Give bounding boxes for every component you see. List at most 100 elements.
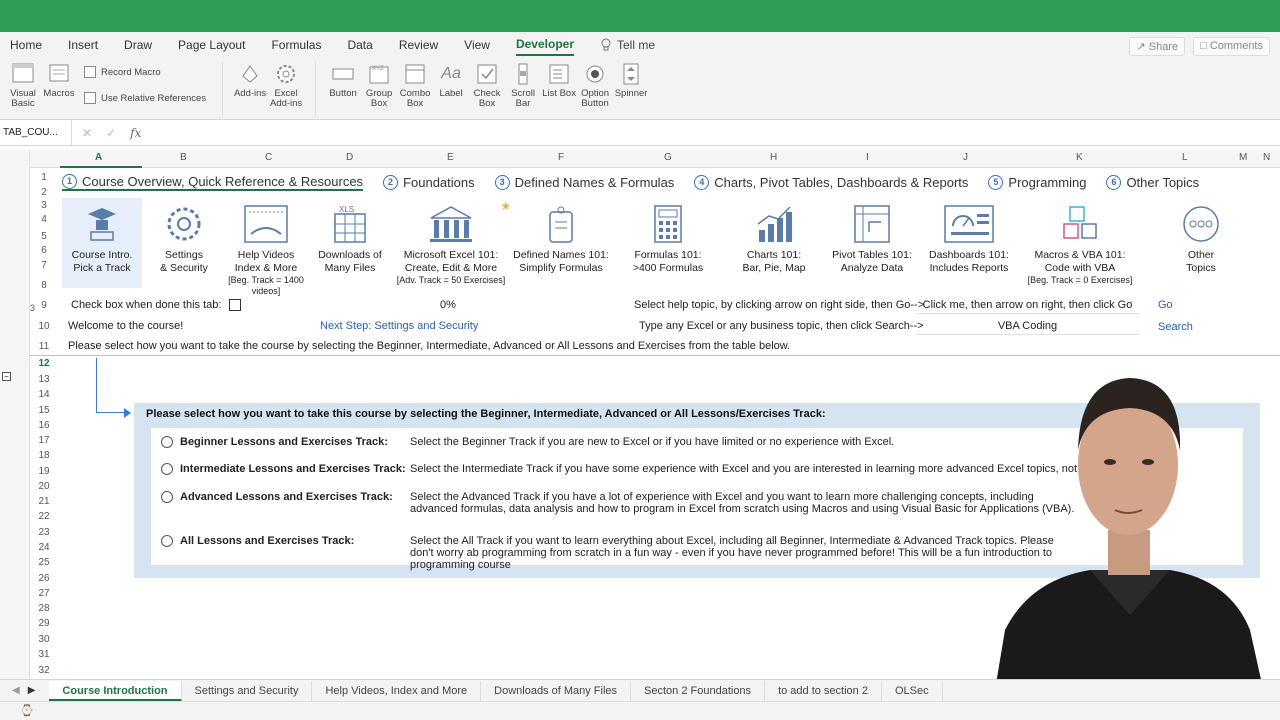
tab-review[interactable]: Review [399,35,438,55]
tile-downloads[interactable]: XLS Downloads of Many Files [307,198,393,288]
control-button[interactable]: Button [326,62,360,99]
name-box[interactable]: TAB_COU... [0,120,72,145]
column-header-f[interactable]: F [558,152,564,163]
column-header-m[interactable]: M [1239,152,1247,163]
column-header-j[interactable]: J [963,152,968,163]
nav-section-6[interactable]: 6 Other Topics [1106,174,1199,190]
tab-developer[interactable]: Developer [515,34,574,56]
row-header-25[interactable]: 25 [32,557,56,568]
sheet-tab-olsec[interactable]: OLSec [882,680,943,701]
row-header-28[interactable]: 28 [32,603,56,614]
tile-dashboards[interactable]: Dashboards 101: Includes Reports [922,198,1016,288]
radio-all[interactable] [161,535,173,547]
tile-help-videos[interactable]: Help Videos Index & More [Beg. Track = 140… [226,198,306,296]
add-ins-button[interactable]: Add-ins [233,62,267,99]
use-relative-references-button[interactable]: Use Relative References [84,92,206,104]
tile-pivot-tables[interactable]: Pivot Tables 101: Analyze Data [824,198,920,288]
formula-input[interactable] [151,120,1280,145]
previous-sheet-icon[interactable]: ◀ [12,685,20,696]
column-header-a[interactable]: A [95,152,102,163]
search-input[interactable]: VBA Coding [915,317,1140,335]
collapse-outline-button[interactable]: − [2,372,11,381]
row-header-31[interactable]: 31 [32,649,56,660]
tile-defined-names[interactable]: Defined Names 101: Simplify Formulas [511,198,611,288]
column-header-e[interactable]: E [447,152,454,163]
control-scroll-bar[interactable]: Scroll Bar [506,62,540,109]
share-button[interactable]: ↗ Share [1129,37,1186,56]
column-header-d[interactable]: D [346,152,353,163]
tab-draw[interactable]: Draw [124,35,152,55]
done-checkbox[interactable] [229,299,242,312]
next-sheet-icon[interactable]: ▶ [28,685,36,696]
sheet-tab-course-introduction[interactable]: Course Introduction [49,680,182,701]
row-header-13[interactable]: 13 [32,374,56,385]
help-topic-dropdown[interactable]: Click me, then arrow on right, then clic… [915,296,1140,314]
search-link[interactable]: Search [1158,321,1193,333]
row-header-20[interactable]: 20 [32,481,56,492]
column-header-h[interactable]: H [770,152,777,163]
row-header-6[interactable]: 6 [32,245,56,256]
radio-intermediate[interactable] [161,463,173,475]
record-macro-button[interactable]: Record Macro [84,66,206,78]
row-header-27[interactable]: 27 [32,588,56,599]
row-header-4[interactable]: 4 [32,214,56,225]
track-option-intermediate[interactable]: Intermediate Lessons and Exercises Track… [161,463,406,475]
column-header-k[interactable]: K [1076,152,1083,163]
tile-excel-101[interactable]: ★ Microsoft Excel 101: Create, Edit & Mor… [395,198,511,288]
row-header-12[interactable]: 12 [32,358,56,369]
row-header-7[interactable]: 7 [32,260,56,271]
control-option-button[interactable]: Option Button [578,62,612,109]
track-option-beginner[interactable]: Beginner Lessons and Exercises Track: [161,436,388,448]
row-header-32[interactable]: 32 [32,665,56,676]
control-combo-box[interactable]: Combo Box [398,62,432,109]
tile-charts[interactable]: Charts 101: Bar, Pie, Map [726,198,822,288]
row-header-14[interactable]: 14 [32,389,56,400]
control-check-box[interactable]: Check Box [470,62,504,109]
radio-beginner[interactable] [161,436,173,448]
column-header-n[interactable]: N [1263,152,1270,163]
nav-section-1[interactable]: 1 Course Overview, Quick Reference & Reso… [62,173,364,191]
insert-function-button[interactable]: fx [130,126,141,140]
sheet-tab-to-add[interactable]: to add to section 2 [765,680,882,701]
tab-view[interactable]: View [464,35,490,55]
row-header-3[interactable]: 3 [32,200,56,211]
excel-add-ins-button[interactable]: Excel Add-ins [269,62,303,109]
row-header-29[interactable]: 29 [32,618,56,629]
control-spinner[interactable]: Spinner [614,62,648,99]
macros-button[interactable]: Macros [42,62,76,99]
column-header-c[interactable]: C [265,152,272,163]
row-header-10[interactable]: 10 [32,321,56,332]
row-header-15[interactable]: 15 [32,405,56,416]
sheet-tab-help-videos[interactable]: Help Videos, Index and More [312,680,482,701]
row-header-16[interactable]: 16 [32,420,56,431]
row-header-5[interactable]: 5 [32,231,56,242]
row-header-8[interactable]: 8 [32,280,56,291]
column-header-l[interactable]: L [1182,152,1188,163]
nav-section-2[interactable]: 2 Foundations [383,174,475,190]
row-header-9[interactable]: 9 [32,300,56,311]
row-header-24[interactable]: 24 [32,542,56,553]
row-header-23[interactable]: 23 [32,527,56,538]
sheet-tab-section-2[interactable]: Secton 2 Foundations [631,680,766,701]
cancel-icon[interactable]: ✕ [82,126,92,140]
visual-basic-button[interactable]: Visual Basic [6,62,40,109]
enter-icon[interactable]: ✓ [106,126,116,140]
row-header-17[interactable]: 17 [32,435,56,446]
row-header-26[interactable]: 26 [32,573,56,584]
row-header-30[interactable]: 30 [32,634,56,645]
tell-me[interactable]: Tell me [600,38,655,52]
macro-record-icon[interactable]: ⌚ [20,704,34,717]
tab-page-layout[interactable]: Page Layout [178,35,245,55]
row-header-2[interactable]: 2 [32,187,56,198]
radio-advanced[interactable] [161,491,173,503]
column-header-b[interactable]: B [180,152,187,163]
row-header-11[interactable]: 11 [32,341,56,352]
tile-other-topics[interactable]: Other Topics [1164,198,1238,288]
row-header-18[interactable]: 18 [32,450,56,461]
column-header-g[interactable]: G [664,152,672,163]
sheet-tab-downloads[interactable]: Downloads of Many Files [481,680,632,701]
tab-formulas[interactable]: Formulas [271,35,321,55]
nav-section-4[interactable]: 4 Charts, Pivot Tables, Dashboards & Repo… [694,174,968,190]
control-group-box[interactable]: XYZ Group Box [362,62,396,109]
tile-formulas[interactable]: Formulas 101: >400 Formulas [618,198,718,288]
